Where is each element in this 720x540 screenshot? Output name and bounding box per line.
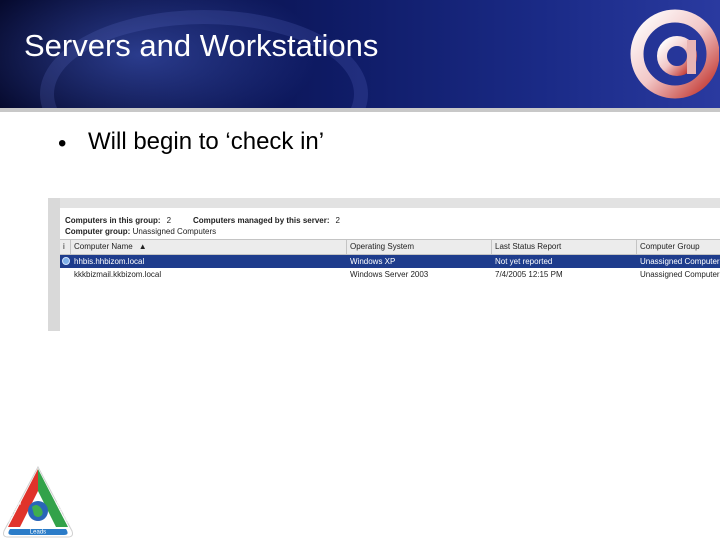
computer-group-label: Computer group:	[65, 227, 131, 236]
column-separator	[636, 240, 637, 254]
table-row[interactable]: kkkbizmail.kkbizom.local Windows Server …	[60, 268, 720, 281]
col-last-status[interactable]: Last Status Report	[495, 242, 561, 251]
computers-in-group-value: 2	[166, 216, 172, 225]
row-last-status: 7/4/2005 12:15 PM	[495, 270, 563, 279]
column-separator	[491, 240, 492, 254]
managed-value: 2	[335, 216, 340, 225]
col-computer-name-label: Computer Name	[74, 242, 133, 251]
computers-in-group-label: Computers in this group:	[65, 216, 161, 225]
group-summary: Computers in this group: 2 Computers manag…	[65, 216, 362, 225]
group-name-line: Computer group: Unassigned Computers	[65, 227, 216, 236]
row-operating-system: Windows XP	[350, 257, 396, 266]
row-computer-group: Unassigned Computers	[640, 270, 720, 279]
row-computer-name: kkkbizmail.kkbizom.local	[74, 270, 162, 279]
row-last-status: Not yet reported	[495, 257, 553, 266]
header-rule	[0, 108, 720, 112]
column-separator	[70, 240, 71, 254]
panel-toolbar-strip	[60, 198, 720, 208]
computers-table: i Computer Name ▲ Operating System Last S…	[60, 239, 720, 281]
bullet-dot: •	[58, 130, 67, 157]
table-row[interactable]: hhbis.hhbizom.local Windows XP Not yet r…	[60, 255, 720, 268]
bullet-text: Will begin to ‘check in’	[88, 128, 325, 155]
at-symbol-icon	[630, 9, 719, 99]
managed-label: Computers managed by this server:	[193, 216, 330, 225]
info-icon	[62, 257, 70, 265]
sort-ascending-icon: ▲	[138, 242, 147, 251]
row-computer-group: Unassigned Computers	[640, 257, 720, 266]
row-operating-system: Windows Server 2003	[350, 270, 429, 279]
col-operating-system[interactable]: Operating System	[350, 242, 414, 251]
logo-bottom-label: Leads	[30, 530, 46, 536]
row-computer-name: hhbis.hhbizom.local	[74, 257, 145, 266]
computer-group-value: Unassigned Computers	[132, 227, 217, 236]
table-header: i Computer Name ▲ Operating System Last S…	[60, 239, 720, 255]
slide-header: Servers and Workstations	[0, 0, 720, 108]
column-separator	[346, 240, 347, 254]
slide-title: Servers and Workstations	[24, 28, 379, 63]
company-logo: Leads Sure Thing Bizxs Soln	[3, 465, 73, 538]
col-computer-name[interactable]: Computer Name ▲	[74, 242, 147, 251]
col-computer-group[interactable]: Computer Group	[640, 242, 700, 251]
col-info[interactable]: i	[63, 242, 65, 251]
console-screenshot: Computers in this group: 2 Computers manag…	[48, 198, 720, 331]
